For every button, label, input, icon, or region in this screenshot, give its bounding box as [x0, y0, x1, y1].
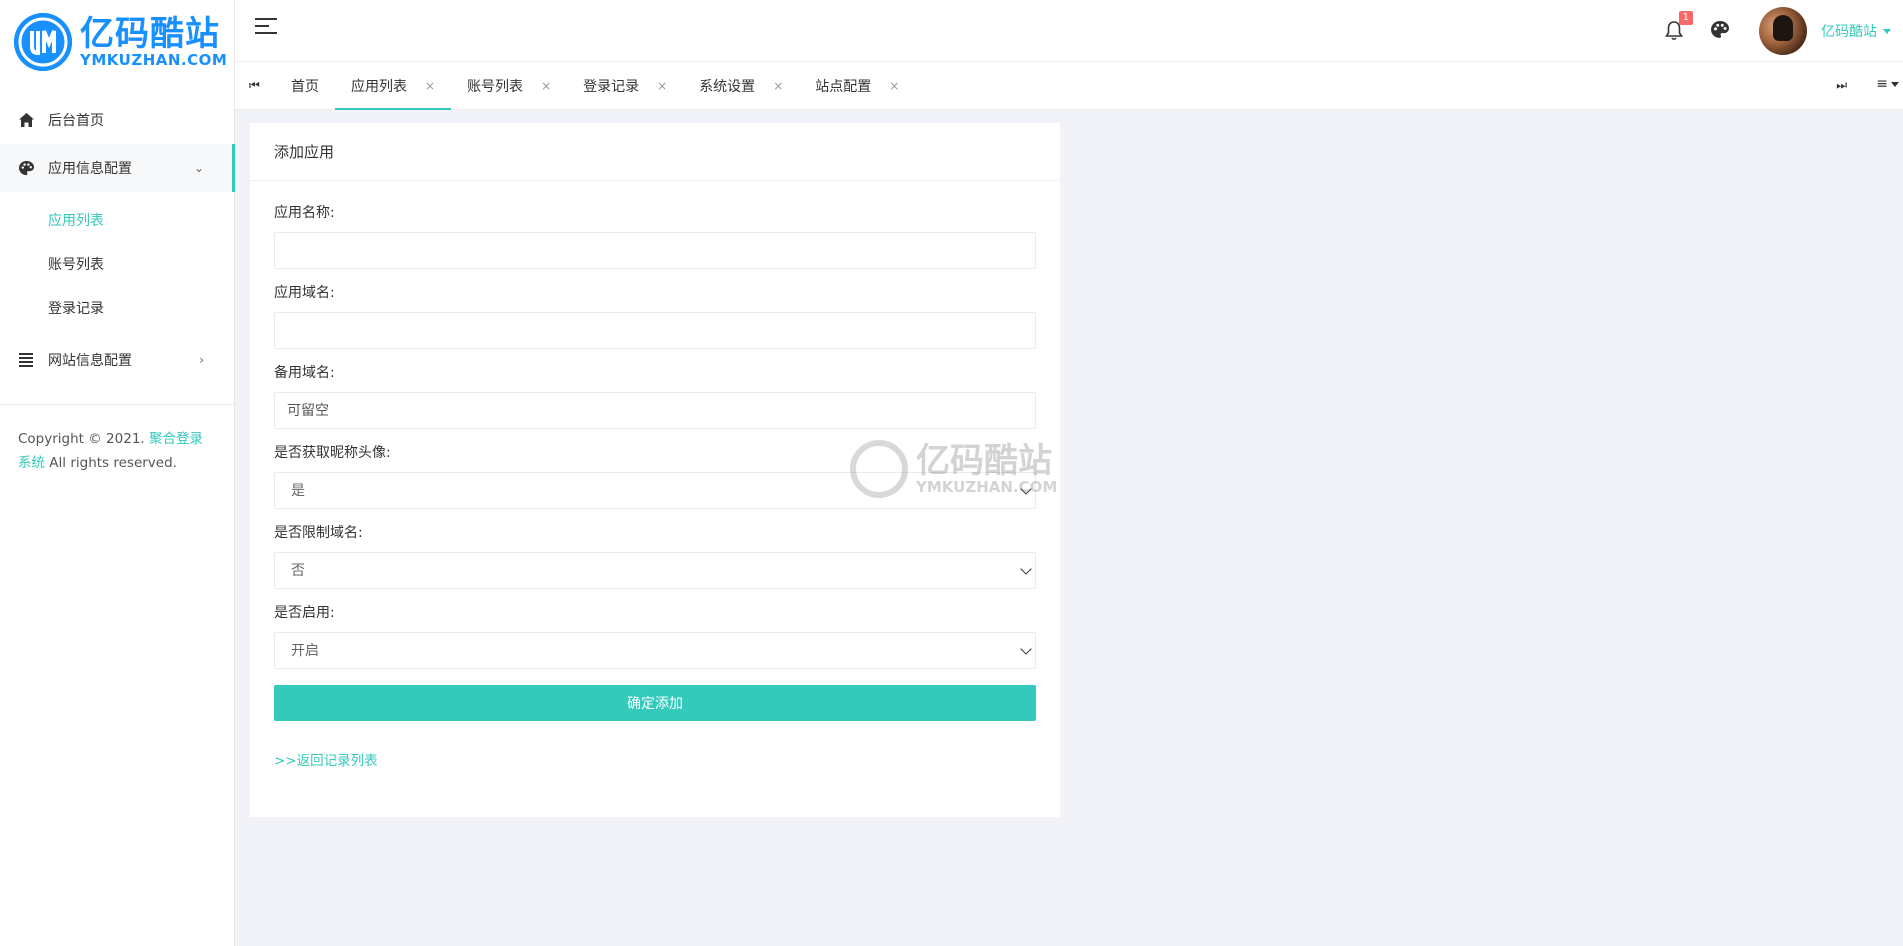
- tabs-menu-button[interactable]: ≡: [1876, 76, 1899, 92]
- limit-domain-label: 是否限制域名:: [274, 525, 363, 541]
- tab-label: 首页: [291, 79, 319, 95]
- logo[interactable]: 亿码酷站 YMKUZHAN.COM: [0, 0, 234, 84]
- tab-close-icon[interactable]: ×: [541, 79, 551, 93]
- chevron-right-icon: ›: [199, 353, 204, 367]
- palette-icon: [18, 160, 34, 176]
- tab-close-icon[interactable]: ×: [425, 79, 435, 93]
- caret-down-icon: [1883, 28, 1891, 34]
- home-icon: [18, 112, 34, 128]
- sidebar-menu: 后台首页 应用信息配置 ⌄ 应用列表 账号列表 登录记录 网站信息配置 ›: [0, 96, 235, 384]
- backup-domain-label: 备用域名:: [274, 365, 335, 381]
- copyright: Copyright © 2021. 聚合登录系统 All rights rese…: [0, 405, 234, 497]
- header-right: 1 亿码酷站: [1665, 0, 1903, 62]
- tab-app-list[interactable]: 应用列表 ×: [335, 62, 452, 110]
- tab-label: 账号列表: [467, 79, 524, 95]
- form-group-limit-domain: 是否限制域名: 否: [274, 523, 1036, 589]
- sidebar: 亿码酷站 YMKUZHAN.COM 后台首页 应用信息配置 ⌄ 应用列表 账号列…: [0, 0, 235, 946]
- sidebar-item-label: 网站信息配置: [48, 353, 132, 369]
- form-group-app-name: 应用名称:: [274, 203, 1036, 269]
- logo-name-en: YMKUZHAN.COM: [80, 51, 228, 69]
- fetch-avatar-select-wrap: 是: [274, 472, 1036, 509]
- limit-domain-select-wrap: 否: [274, 552, 1036, 589]
- sidebar-submenu-app-config: 应用列表 账号列表 登录记录: [0, 192, 234, 336]
- form-group-enabled: 是否启用: 开启: [274, 603, 1036, 669]
- sidebar-item-label: 应用信息配置: [48, 161, 132, 177]
- notification-button[interactable]: 1: [1665, 11, 1693, 41]
- enabled-select[interactable]: 开启: [274, 632, 1036, 669]
- username: 亿码酷站: [1821, 24, 1877, 40]
- caret-down-icon: [1891, 81, 1899, 87]
- copyright-prefix: Copyright © 2021.: [18, 431, 149, 447]
- back-to-list-link[interactable]: >>返回记录列表: [274, 749, 378, 769]
- tab-account-list[interactable]: 账号列表 ×: [451, 62, 567, 110]
- app-domain-label: 应用域名:: [274, 285, 335, 301]
- fetch-avatar-select[interactable]: 是: [274, 472, 1036, 509]
- enabled-label: 是否启用:: [274, 605, 335, 621]
- tab-login-records[interactable]: 登录记录 ×: [567, 62, 683, 110]
- form-group-backup-domain: 备用域名:: [274, 363, 1036, 429]
- sidebar-item-site-config[interactable]: 网站信息配置 ›: [0, 336, 234, 384]
- fetch-avatar-label: 是否获取昵称头像:: [274, 445, 391, 461]
- tab-label: 应用列表: [351, 79, 407, 95]
- theme-palette-button[interactable]: [1711, 21, 1731, 41]
- submit-add-button[interactable]: 确定添加: [274, 685, 1036, 721]
- tab-site-config[interactable]: 站点配置 ×: [799, 62, 915, 110]
- backup-domain-input[interactable]: [274, 392, 1036, 429]
- tabs-menu-icon: ≡: [1876, 76, 1888, 92]
- sidebar-subitem-account-list[interactable]: 账号列表: [0, 242, 234, 286]
- form-group-fetch-avatar: 是否获取昵称头像: 是: [274, 443, 1036, 509]
- limit-domain-select[interactable]: 否: [274, 552, 1036, 589]
- logo-text: 亿码酷站 YMKUZHAN.COM: [80, 16, 227, 68]
- copyright-suffix: All rights reserved.: [45, 455, 177, 471]
- app-domain-input[interactable]: [274, 312, 1036, 349]
- tabs-bar: ⏮ 首页 应用列表 × 账号列表 × 登录记录 × 系统设置 × 站点配置 × …: [235, 62, 1903, 110]
- tab-home[interactable]: 首页: [275, 62, 335, 110]
- tab-close-icon[interactable]: ×: [889, 79, 899, 93]
- app-name-input[interactable]: [274, 232, 1036, 269]
- tab-label: 系统设置: [699, 79, 756, 95]
- sidebar-item-label: 后台首页: [48, 113, 104, 129]
- notification-badge: 1: [1678, 11, 1693, 25]
- form-group-app-domain: 应用域名:: [274, 283, 1036, 349]
- add-app-form: 应用名称: 应用域名: 备用域名: 是否获取昵称头像: 是 是否限制域名:: [250, 181, 1060, 791]
- tab-close-icon[interactable]: ×: [773, 79, 783, 93]
- list-icon: [18, 352, 34, 368]
- sidebar-item-app-config[interactable]: 应用信息配置 ⌄: [0, 144, 235, 192]
- logo-name-cn: 亿码酷站: [80, 14, 220, 54]
- avatar[interactable]: [1759, 7, 1807, 55]
- tabs-prev-icon[interactable]: ⏮: [249, 78, 260, 93]
- top-header: 1 亿码酷站: [235, 0, 1903, 62]
- add-app-card: 添加应用 应用名称: 应用域名: 备用域名: 是否获取昵称头像: 是 是否限制域…: [250, 123, 1060, 817]
- sidebar-item-dashboard[interactable]: 后台首页: [0, 96, 234, 144]
- menu-toggle-icon[interactable]: [255, 18, 277, 36]
- tab-label: 登录记录: [583, 79, 640, 95]
- sidebar-subitem-app-list[interactable]: 应用列表: [0, 198, 234, 242]
- sidebar-subitem-login-records[interactable]: 登录记录: [0, 286, 234, 330]
- palette-icon: [1711, 21, 1729, 38]
- tabs-next-icon[interactable]: ⏭: [1836, 78, 1847, 93]
- logo-mark-icon: [14, 13, 72, 71]
- app-name-label: 应用名称:: [274, 205, 335, 221]
- tab-system-settings[interactable]: 系统设置 ×: [683, 62, 799, 110]
- tab-label: 站点配置: [815, 79, 872, 95]
- tab-close-icon[interactable]: ×: [657, 79, 667, 93]
- tabs: 首页 应用列表 × 账号列表 × 登录记录 × 系统设置 × 站点配置 ×: [275, 62, 915, 110]
- enabled-select-wrap: 开启: [274, 632, 1036, 669]
- user-menu[interactable]: 亿码酷站: [1821, 21, 1891, 41]
- card-title: 添加应用: [250, 123, 1060, 181]
- chevron-down-icon: ⌄: [193, 161, 204, 175]
